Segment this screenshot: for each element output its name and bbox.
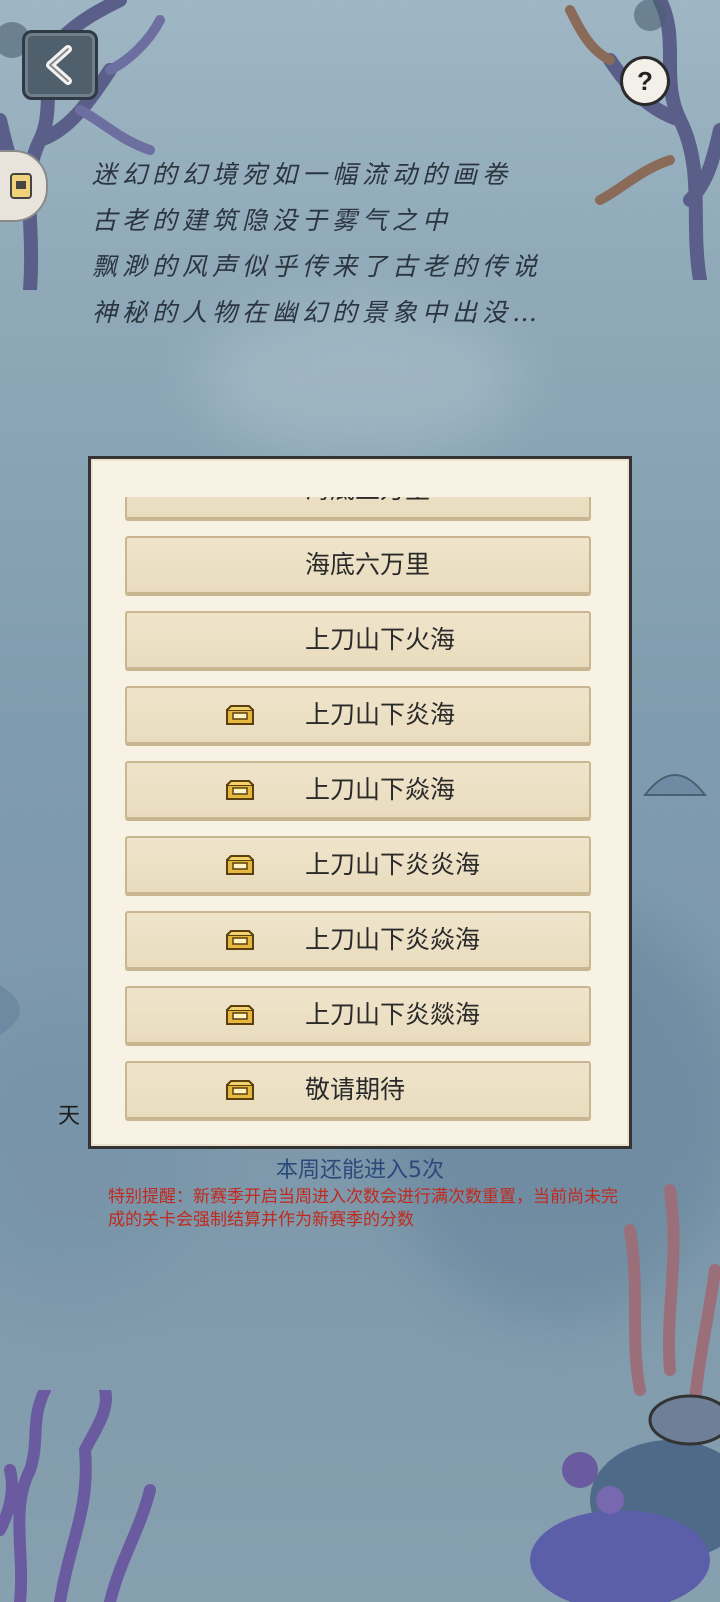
level-name: 上刀山下炎焱海 [305,925,481,954]
help-button[interactable]: ? [620,56,670,106]
level-button[interactable]: 海底五万里 [125,497,591,519]
intro-line: 古老的建筑隐没于雾气之中 [92,206,453,235]
level-button[interactable]: 上刀山下炎海 [125,686,591,744]
level-name: 敬请期待 [305,1075,406,1104]
intro-text: 迷幻的幻境宛如一幅流动的画卷 古老的建筑隐没于雾气之中 飘渺的风声似乎传来了古老… [92,152,652,336]
treasure-chest-icon [226,780,254,800]
level-button[interactable]: 上刀山下火海 [125,611,591,669]
level-name: 上刀山下焱海 [305,775,456,804]
coral-decoration-bottom-left [0,1390,156,1602]
level-button[interactable]: 敬请期待 [125,1061,591,1119]
level-button[interactable]: 上刀山下炎炎海 [125,836,591,894]
coral-decoration-bottom-right [530,1184,720,1602]
level-name: 上刀山下火海 [305,625,456,654]
level-button[interactable]: 海底六万里 [125,536,591,594]
treasure-chest-icon [226,705,254,725]
treasure-chest-icon [226,855,254,875]
treasure-chest-icon [226,1005,254,1025]
weekly-entries-text: 本周还能进入5次 [276,1158,444,1183]
level-name: 上刀山下炎燚海 [305,1000,481,1029]
fish-decoration [0,985,20,1035]
level-name: 海底五万里 [305,497,430,517]
level-name: 海底六万里 [305,550,431,579]
treasure-chest-icon [226,930,254,950]
level-select-panel: 海底五万里海底六万里上刀山下火海上刀山下炎海上刀山下焱海上刀山下炎炎海上刀山下炎… [88,456,632,1149]
help-icon: ? [637,65,653,96]
level-button[interactable]: 上刀山下焱海 [125,761,591,819]
chevron-left-icon [46,45,72,85]
background-label: 天 [58,1104,81,1129]
intro-line: 飘渺的风声似乎传来了古老的传说 [92,252,543,281]
intro-line: 神秘的人物在幽幻的景象中出没… [92,298,543,327]
level-button[interactable]: 上刀山下炎燚海 [125,986,591,1044]
level-button[interactable]: 上刀山下炎焱海 [125,911,591,969]
scroll-icon [10,173,32,199]
intro-line: 迷幻的幻境宛如一幅流动的画卷 [92,160,513,189]
level-name: 上刀山下炎海 [305,700,456,729]
level-list[interactable]: 海底五万里海底六万里上刀山下火海上刀山下炎海上刀山下焱海上刀山下炎炎海上刀山下炎… [125,497,595,1154]
shell-decoration [642,774,708,796]
level-name: 上刀山下炎炎海 [305,850,481,879]
treasure-chest-icon [226,1080,254,1100]
season-notice: 特别提醒：新赛季开启当周进入次数会进行满次数重置，当前尚未完成的关卡会强制结算并… [108,1187,618,1230]
back-button[interactable] [22,30,98,100]
